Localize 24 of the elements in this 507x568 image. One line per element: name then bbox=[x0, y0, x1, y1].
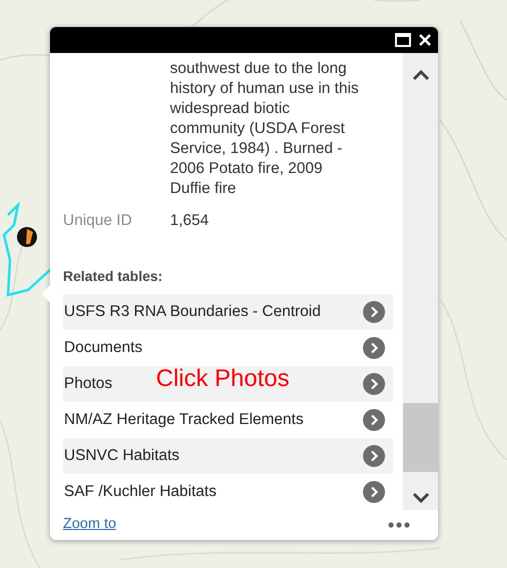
scrollbar-thumb[interactable] bbox=[403, 402, 438, 472]
field-value: 1,654 bbox=[170, 211, 209, 231]
related-table-item[interactable]: SAF /Kuchler Habitats bbox=[63, 474, 393, 510]
chevron-right-icon bbox=[363, 373, 385, 395]
related-table-item[interactable]: NM/AZ Heritage Tracked Elements bbox=[63, 402, 393, 438]
scroll-up-icon[interactable] bbox=[412, 69, 430, 81]
related-table-item[interactable]: USFS R3 RNA Boundaries - Centroid bbox=[63, 294, 393, 330]
chevron-right-icon bbox=[363, 409, 385, 431]
related-tables-heading: Related tables: bbox=[63, 267, 164, 286]
scrollbar[interactable] bbox=[403, 53, 438, 510]
description-text: southwest due to the long history of human use in this widespread biotic community (USDA Forest Service, 1984) . Burned - 2006 Potato fire, 2009 Duffie fire bbox=[170, 59, 360, 199]
chevron-right-icon bbox=[363, 445, 385, 467]
related-table-item[interactable]: USNVC Habitats bbox=[63, 438, 393, 474]
chevron-right-icon bbox=[363, 301, 385, 323]
zoom-to-link[interactable]: Zoom to bbox=[63, 514, 116, 536]
field-label: Unique ID bbox=[63, 211, 133, 231]
chevron-right-icon bbox=[363, 337, 385, 359]
scroll-down-icon[interactable] bbox=[412, 492, 430, 504]
related-table-item[interactable]: Documents bbox=[63, 330, 393, 366]
maximize-icon[interactable] bbox=[395, 33, 411, 47]
chevron-right-icon bbox=[363, 481, 385, 503]
annotation-text: Click Photos bbox=[156, 367, 290, 391]
close-icon[interactable] bbox=[418, 33, 432, 47]
more-options-icon[interactable] bbox=[388, 522, 410, 528]
